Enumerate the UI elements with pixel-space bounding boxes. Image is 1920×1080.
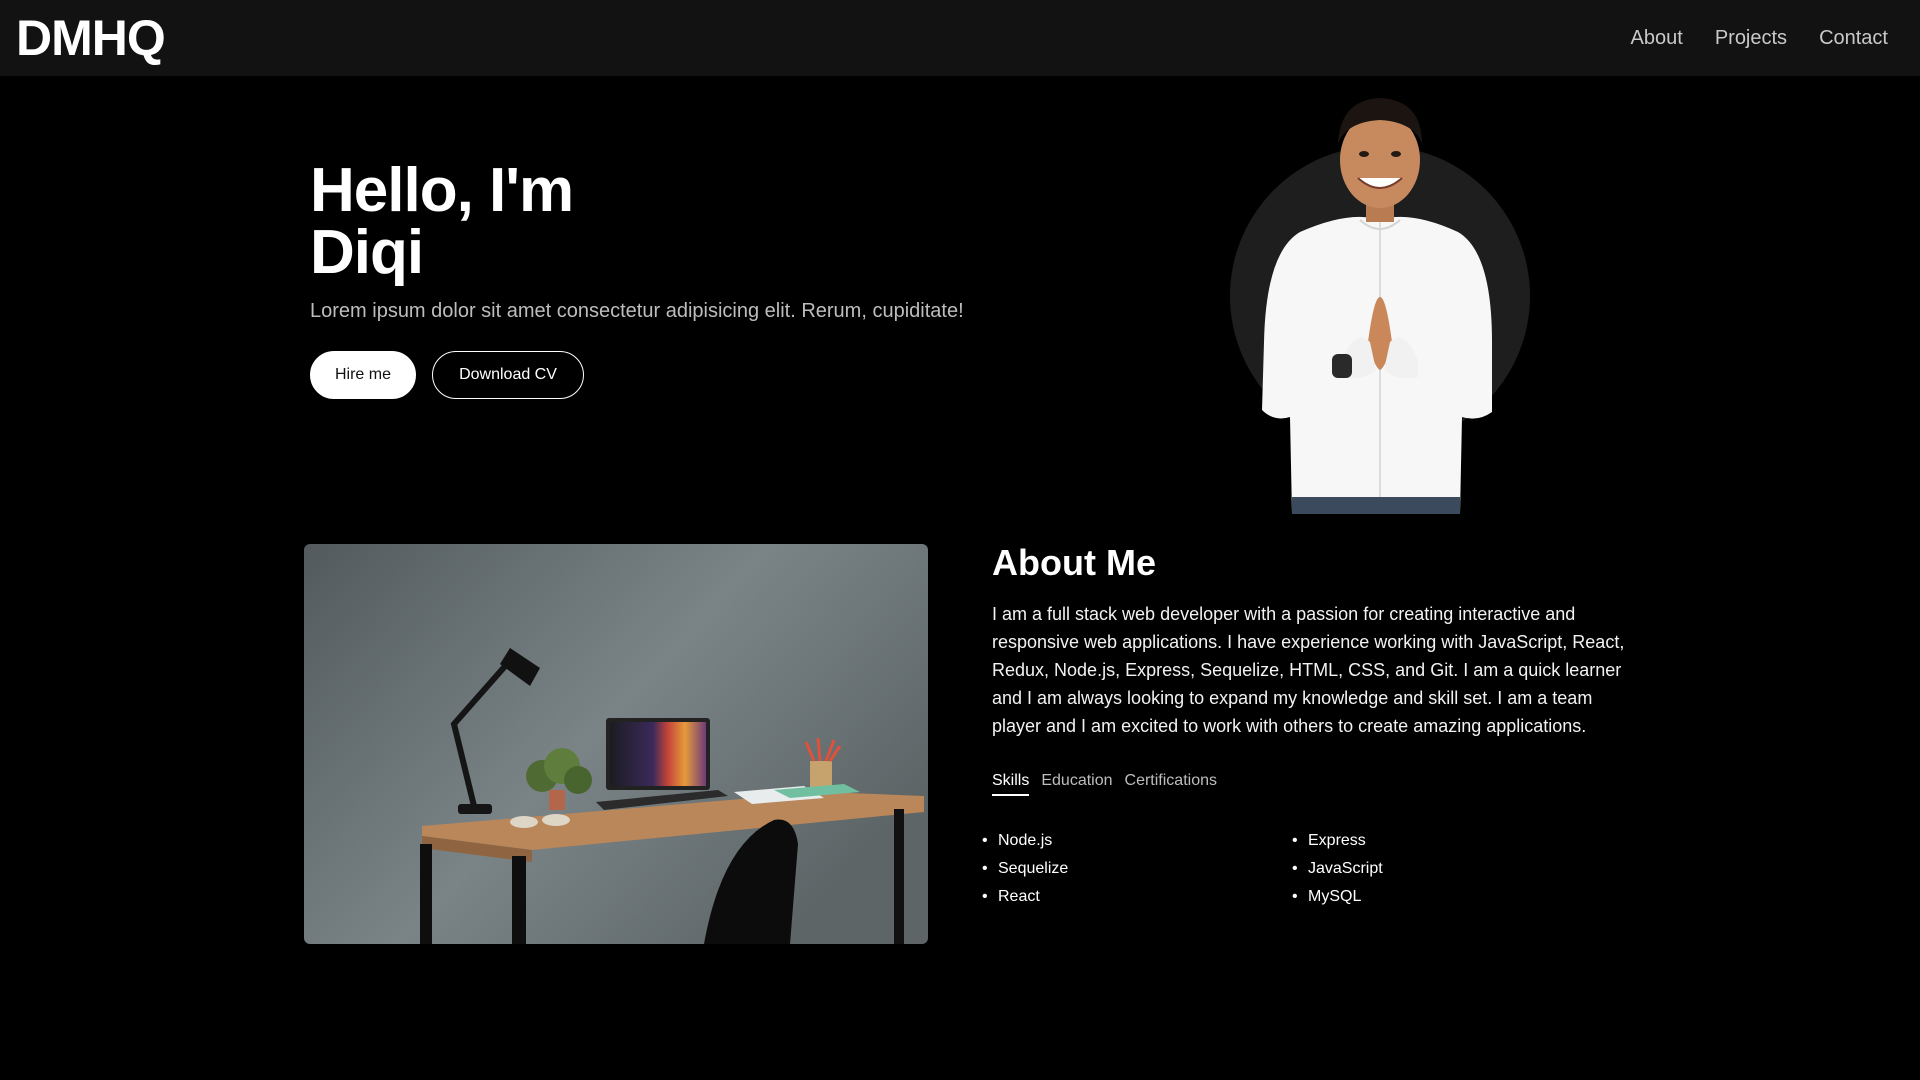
about-tabs: Skills Education Certifications — [992, 772, 1632, 796]
hero-title-line1: Hello, I'm — [310, 156, 574, 225]
tab-education[interactable]: Education — [1041, 772, 1112, 796]
list-item: React — [982, 888, 1292, 906]
site-logo[interactable]: DMHQ — [16, 9, 166, 67]
about-description: I am a full stack web developer with a p… — [992, 604, 1625, 736]
hire-me-button[interactable]: Hire me — [310, 351, 416, 399]
hero-buttons: Hire me Download CV — [310, 351, 1070, 399]
list-item: Node.js — [982, 832, 1292, 850]
list-item: MySQL — [1292, 888, 1572, 906]
nav-link-projects[interactable]: Projects — [1715, 27, 1787, 50]
hero-title: Hello, I'm Diqi — [310, 160, 1070, 284]
nav-link-about[interactable]: About — [1631, 27, 1683, 50]
list-item: Express — [1292, 832, 1572, 850]
download-cv-button[interactable]: Download CV — [432, 351, 584, 399]
person-portrait-image — [1262, 98, 1492, 514]
skills-list: Node.js Express Sequelize JavaScript Rea… — [982, 832, 1632, 906]
workspace-desk-image — [304, 544, 928, 944]
nav-link-contact[interactable]: Contact — [1819, 27, 1888, 50]
tab-certifications[interactable]: Certifications — [1125, 772, 1217, 796]
about-section: About Me I am a full stack web developer… — [982, 542, 1632, 906]
hero-section: Hello, I'm Diqi Lorem ipsum dolor sit am… — [310, 160, 1070, 399]
list-item: Sequelize — [982, 860, 1292, 878]
desk-illustration — [304, 544, 928, 944]
profile-portrait — [1230, 92, 1530, 514]
hero-title-line2: Diqi — [310, 218, 424, 287]
tab-skills[interactable]: Skills — [992, 772, 1030, 796]
navbar: DMHQ About Projects Contact — [0, 0, 1920, 76]
list-item: JavaScript — [1292, 860, 1572, 878]
hero-tagline: Lorem ipsum dolor sit amet consectetur a… — [310, 300, 964, 322]
about-title: About Me — [992, 542, 1156, 583]
nav-links: About Projects Contact — [1631, 27, 1888, 50]
